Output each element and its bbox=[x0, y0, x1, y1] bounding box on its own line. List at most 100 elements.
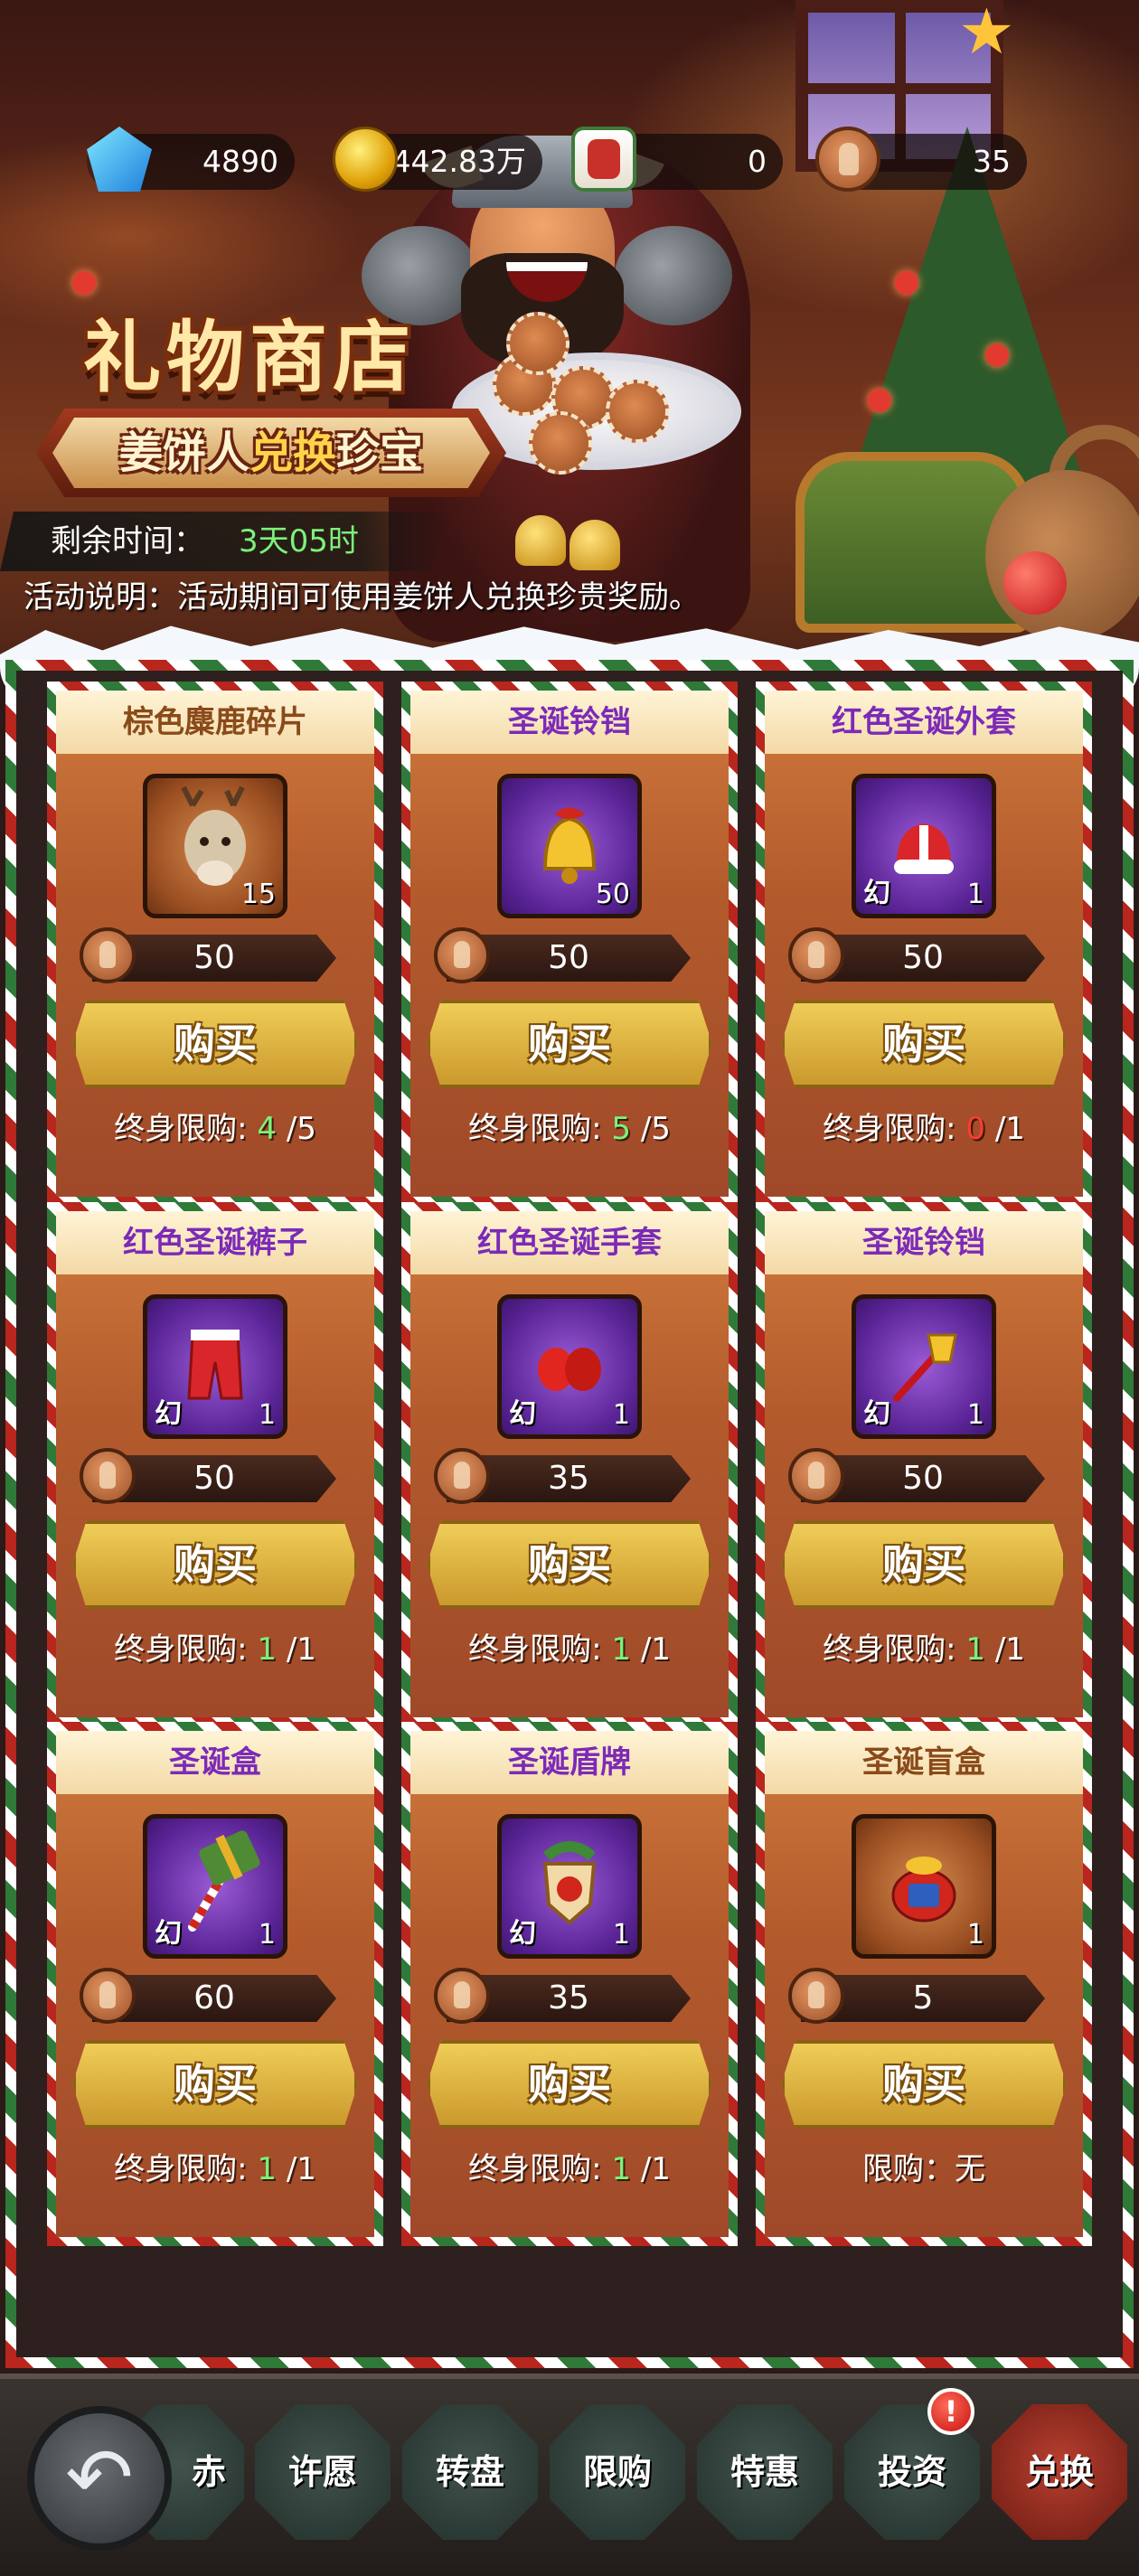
santa-coat-icon[interactable]: 幻 1 bbox=[852, 774, 996, 918]
purchase-limit: 终身限购: 0 /1 bbox=[765, 1106, 1083, 1152]
shop-item-card: 红色圣诞裤子 幻 1 50 购买 终身限购: 1 /1 bbox=[47, 1202, 383, 1726]
timer-label: 剩余时间： bbox=[51, 523, 204, 559]
ornament-icon bbox=[895, 271, 918, 295]
purchase-limit: 终身限购: 4 /5 bbox=[56, 1106, 374, 1152]
limit-total: /1 bbox=[286, 2151, 316, 2187]
shop-banner: ★ 4890 442.83万 0 35 礼物商店 姜饼人兑换珍宝 剩余时间： 3… bbox=[0, 0, 1139, 669]
gingerbread-icon bbox=[815, 127, 880, 192]
limit-total: /5 bbox=[640, 1111, 671, 1147]
reindeer-icon[interactable]: 15 bbox=[143, 774, 287, 918]
shop-title: 礼物商店 bbox=[83, 313, 416, 403]
limit-label: 终身限购: bbox=[114, 1111, 248, 1147]
tab-wish-label[interactable]: 许愿 bbox=[255, 2404, 391, 2540]
limit-label: 终身限购: bbox=[468, 1111, 602, 1147]
star-icon: ★ bbox=[958, 0, 1015, 69]
notification-badge-icon: ! bbox=[927, 2388, 974, 2435]
gingerbread-cookie-icon bbox=[606, 380, 669, 443]
limit-bought: 1 bbox=[257, 2151, 277, 2187]
ornament-icon bbox=[868, 389, 891, 412]
shop-item-card: 圣诞铃铛 50 50 购买 终身限购: 5 /5 bbox=[401, 682, 738, 1206]
shop-item-card: 圣诞盲盒 1 5 购买 限购：无 bbox=[756, 1722, 1092, 2246]
item-quantity: 1 bbox=[966, 1919, 984, 1951]
purchase-limit: 限购：无 bbox=[765, 2147, 1083, 2192]
bell-icon bbox=[570, 520, 620, 570]
limit-bought: 4 bbox=[257, 1111, 277, 1147]
item-name: 红色圣诞裤子 bbox=[123, 1225, 307, 1261]
phantom-tag: 幻 bbox=[509, 1398, 536, 1430]
santa-gloves-icon[interactable]: 幻 1 bbox=[497, 1294, 642, 1439]
bell-wand-icon[interactable]: 幻 1 bbox=[852, 1294, 996, 1439]
item-quantity: 1 bbox=[612, 1399, 630, 1431]
buy-button-label[interactable]: 购买 bbox=[72, 2040, 358, 2129]
tab-special-label[interactable]: 特惠 bbox=[697, 2404, 833, 2540]
golden-bell-icon[interactable]: 50 bbox=[497, 774, 642, 918]
subtitle-part-1: 姜饼人 bbox=[118, 428, 249, 478]
item-name: 圣诞铃铛 bbox=[862, 1225, 985, 1261]
bell-icon bbox=[515, 515, 566, 566]
limit-total: /1 bbox=[640, 1631, 671, 1668]
buy-button-label[interactable]: 购买 bbox=[72, 1000, 358, 1088]
gold-coin-icon bbox=[333, 127, 398, 192]
buy-button-label[interactable]: 购买 bbox=[781, 1520, 1067, 1609]
limit-total: /5 bbox=[286, 1111, 316, 1147]
limit-total: 无 bbox=[955, 2151, 985, 2187]
phantom-tag: 幻 bbox=[509, 1918, 536, 1950]
item-price: 35 bbox=[548, 1979, 589, 2017]
purchase-limit: 终身限购: 1 /1 bbox=[56, 1627, 374, 1672]
item-price: 60 bbox=[193, 1979, 235, 2017]
purchase-limit: 终身限购: 1 /1 bbox=[410, 1627, 729, 1672]
item-name: 红色圣诞外套 bbox=[832, 704, 1016, 740]
reindeer-nose-decoration bbox=[1003, 551, 1067, 615]
buy-button-label[interactable]: 购买 bbox=[427, 1520, 712, 1609]
lucky-bag-icon[interactable]: 1 bbox=[852, 1814, 996, 1959]
item-quantity: 1 bbox=[258, 1919, 276, 1951]
item-quantity: 50 bbox=[595, 879, 630, 910]
ornament-icon bbox=[72, 271, 96, 295]
item-name: 圣诞盲盒 bbox=[862, 1744, 985, 1781]
buy-button-label[interactable]: 购买 bbox=[781, 2040, 1067, 2129]
shop-item-card: 红色圣诞外套 幻 1 50 购买 终身限购: 0 /1 bbox=[756, 682, 1092, 1206]
buy-button-label[interactable]: 购买 bbox=[781, 1000, 1067, 1088]
limit-bought: 1 bbox=[257, 1631, 277, 1668]
timer-value: 3天05时 bbox=[239, 523, 359, 559]
santa-pants-icon[interactable]: 幻 1 bbox=[143, 1294, 287, 1439]
phantom-tag: 幻 bbox=[155, 1918, 182, 1950]
limit-label: 终身限购: bbox=[468, 1631, 602, 1668]
character-shoulder-armor bbox=[615, 226, 732, 325]
limit-bought: 0 bbox=[965, 1111, 985, 1147]
buy-button-label[interactable]: 购买 bbox=[427, 1000, 712, 1088]
event-description: 活动说明：活动期间可使用姜饼人兑换珍贵奖励。 bbox=[24, 579, 700, 616]
limit-bought: 1 bbox=[965, 1631, 985, 1668]
buy-button-label[interactable]: 购买 bbox=[427, 2040, 712, 2129]
stocking-value: 0 bbox=[748, 144, 767, 179]
tab-wheel-label[interactable]: 转盘 bbox=[402, 2404, 538, 2540]
item-price: 35 bbox=[548, 1460, 589, 1497]
christmas-shield-icon[interactable]: 幻 1 bbox=[497, 1814, 642, 1959]
shop-item-card: 红色圣诞手套 幻 1 35 购买 终身限购: 1 /1 bbox=[401, 1202, 738, 1726]
limit-label: 终身限购: bbox=[823, 1111, 956, 1147]
gift-hammer-icon[interactable]: 幻 1 bbox=[143, 1814, 287, 1959]
stocking-icon bbox=[571, 127, 636, 192]
item-name: 圣诞盒 bbox=[169, 1744, 261, 1781]
limit-label: 限购： bbox=[862, 2151, 955, 2187]
ornament-icon bbox=[985, 343, 1009, 367]
limit-total: /1 bbox=[286, 1631, 316, 1668]
gingerbread-cookie-icon bbox=[529, 411, 592, 475]
limit-total: /1 bbox=[994, 1631, 1025, 1668]
tab-limited-label[interactable]: 限购 bbox=[550, 2404, 685, 2540]
gingerbread-value: 35 bbox=[973, 144, 1011, 179]
subtitle-part-2: 兑换 bbox=[249, 428, 336, 478]
buy-button-label[interactable]: 购买 bbox=[72, 1520, 358, 1609]
back-arrow-icon[interactable]: ↶ bbox=[27, 2406, 172, 2551]
phantom-tag: 幻 bbox=[155, 1398, 182, 1430]
item-price: 50 bbox=[193, 1460, 235, 1497]
shop-item-card: 圣诞铃铛 幻 1 50 购买 终身限购: 1 /1 bbox=[756, 1202, 1092, 1726]
gold-value: 442.83万 bbox=[391, 144, 526, 179]
limit-label: 终身限购: bbox=[114, 1631, 248, 1668]
purchase-limit: 终身限购: 1 /1 bbox=[56, 2147, 374, 2192]
item-quantity: 1 bbox=[966, 1399, 984, 1431]
shop-item-card: 圣诞盾牌 幻 1 35 购买 终身限购: 1 /1 bbox=[401, 1722, 738, 2246]
tab-exchange-label[interactable]: 兑换 bbox=[992, 2404, 1127, 2540]
limit-label: 终身限购: bbox=[468, 2151, 602, 2187]
limit-bought: 1 bbox=[611, 1631, 631, 1668]
